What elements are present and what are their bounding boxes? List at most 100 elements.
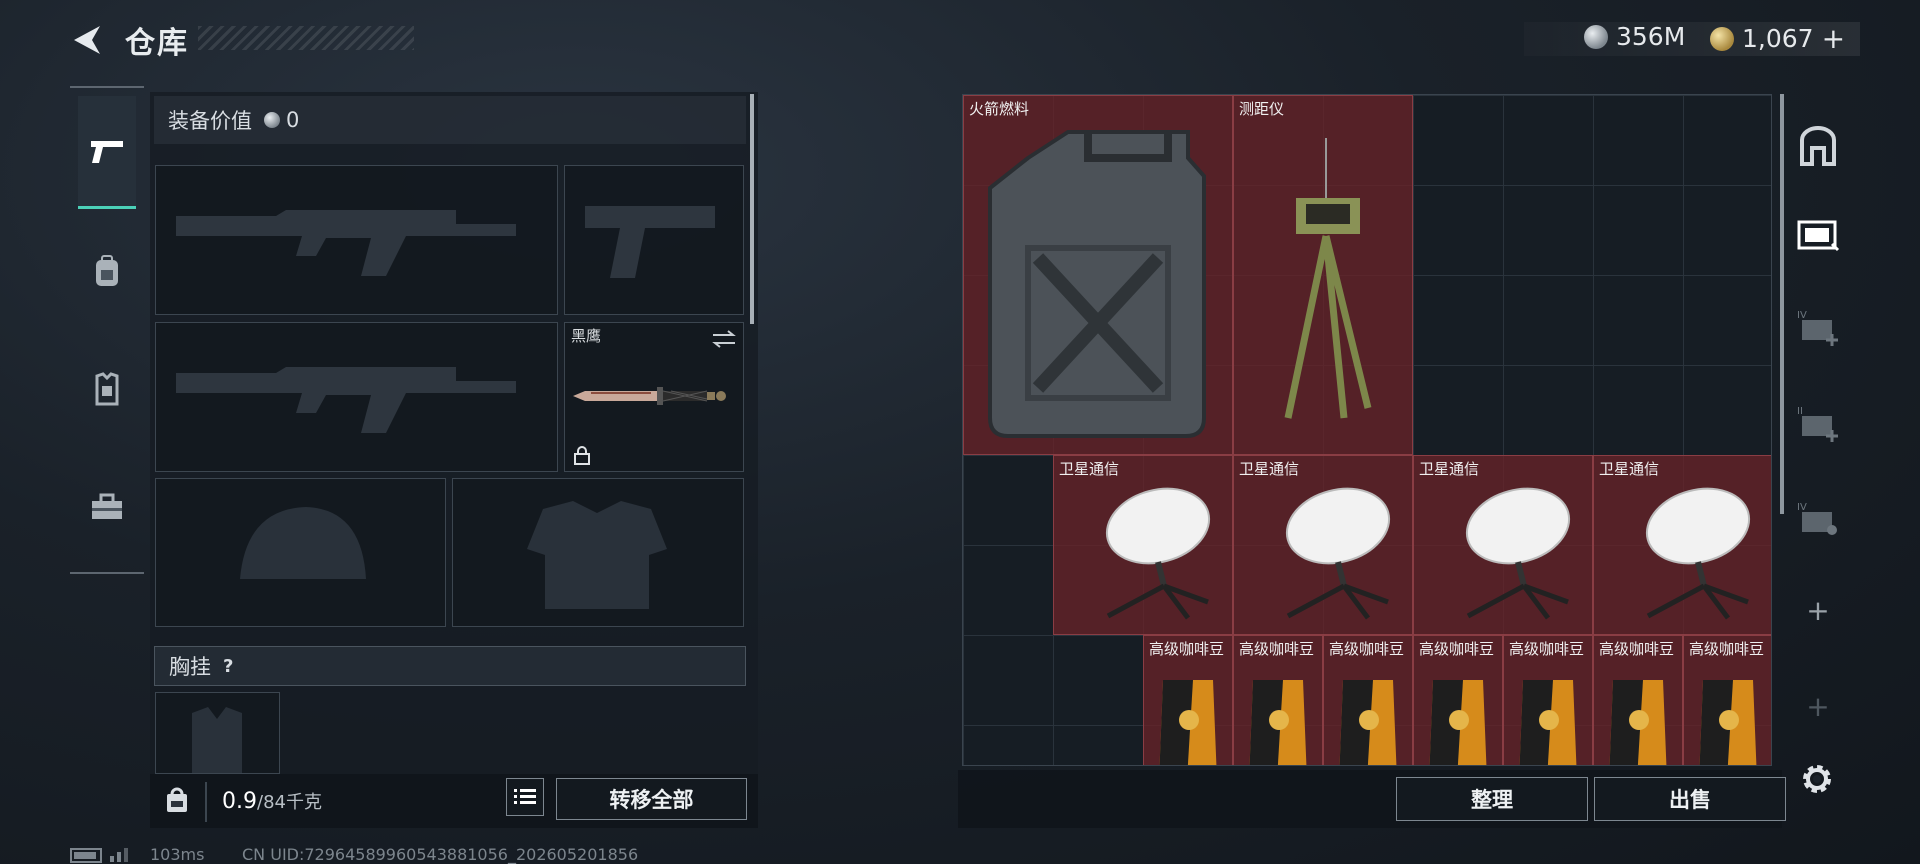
page-title: 仓库 [125, 26, 189, 61]
item-name: 卫星通信 [1059, 460, 1120, 478]
satellite-dish-icon [1285, 487, 1391, 620]
swap-icon[interactable] [711, 329, 737, 349]
warehouse-tab[interactable] [1796, 124, 1840, 168]
svg-text:IV: IV [1797, 502, 1807, 513]
tab-vest[interactable] [78, 334, 136, 444]
silver-amount: 356M [1616, 22, 1686, 51]
coffee-bag-icon [1339, 680, 1397, 765]
add-currency-button[interactable]: + [1822, 22, 1845, 55]
coffee-art [1693, 670, 1763, 765]
coffee-bag-icon [1429, 680, 1487, 765]
toolbox-icon [92, 493, 122, 519]
tab-weapons[interactable] [78, 96, 136, 209]
coffee-bag-icon [1699, 680, 1757, 765]
silver-coin-icon [1584, 24, 1608, 49]
coffee-item[interactable]: 高级咖啡豆 [1233, 635, 1323, 765]
battery-signal-icon [70, 848, 128, 863]
transfer-all-button[interactable]: 转移全部 [556, 778, 747, 820]
dish-item[interactable]: 卫星通信 [1593, 455, 1771, 635]
vest-icon [95, 372, 119, 406]
sell-button[interactable]: 出售 [1594, 777, 1786, 821]
title-decoration [198, 26, 414, 50]
item-name: 高级咖啡豆 [1419, 640, 1495, 658]
add-container-iv-tab[interactable]: IV [1796, 304, 1840, 348]
coffee-bag-icon [1159, 680, 1217, 765]
secondary-weapon-slot[interactable] [155, 322, 558, 472]
item-name: 火箭燃料 [969, 100, 1030, 118]
satellite-dish-icon [1645, 487, 1751, 620]
equipment-value-label: 装备价值 [168, 109, 252, 133]
pistol-icon [91, 141, 123, 163]
coffee-item[interactable]: 高级咖啡豆 [1413, 635, 1503, 765]
rangefinder-icon [1284, 138, 1372, 419]
dish-art [1428, 478, 1578, 632]
backpack-icon [96, 255, 118, 286]
rangefinder-item[interactable]: 测距仪 [1233, 95, 1413, 455]
helmet-silhouette-icon [240, 507, 366, 579]
armor-slot[interactable] [452, 478, 744, 627]
gold-coin-icon [1710, 26, 1734, 51]
coffee-bag-icon [1519, 680, 1577, 765]
container-locked-icon: IV [1797, 502, 1837, 535]
back-arrow-icon[interactable] [70, 22, 106, 58]
coffee-art [1243, 670, 1313, 765]
coffee-art [1153, 670, 1223, 765]
coffee-item[interactable]: 高级咖啡豆 [1503, 635, 1593, 765]
item-name: 高级咖啡豆 [1149, 640, 1225, 658]
dish-item[interactable]: 卫星通信 [1233, 455, 1413, 635]
locked-container-iv-tab[interactable]: IV [1796, 496, 1840, 540]
footer-divider [205, 782, 207, 822]
item-name: 高级咖啡豆 [1329, 640, 1405, 658]
chest-rig-slot[interactable] [155, 692, 280, 774]
item-name: 高级咖啡豆 [1509, 640, 1585, 658]
item-name: 高级咖啡豆 [1599, 640, 1675, 658]
container-plus-icon: IV [1797, 310, 1838, 346]
jerrycan-art [968, 118, 1228, 452]
sort-button[interactable]: 整理 [1396, 777, 1588, 821]
gold-currency[interactable]: 1,067 + [1710, 22, 1845, 55]
armor-silhouette-icon [527, 501, 667, 609]
item-name: 测距仪 [1239, 100, 1285, 118]
settings-gear-icon[interactable] [1798, 760, 1836, 798]
primary-weapon-slot[interactable] [155, 165, 558, 315]
melee-slot[interactable]: 黑鹰 [564, 322, 744, 472]
tab-backpack[interactable] [78, 216, 136, 326]
jerrycan-icon [988, 130, 1206, 438]
svg-text:II: II [1797, 406, 1803, 417]
coffee-item[interactable]: 高级咖啡豆 [1593, 635, 1683, 765]
sidearm-slot[interactable] [564, 165, 744, 315]
tab-toolbox[interactable] [78, 452, 136, 562]
rig-silhouette-icon [192, 707, 242, 773]
weight-readout: 0.9 /84千克 [222, 788, 322, 814]
add-container-ii-tab[interactable]: II [1796, 400, 1840, 444]
equipment-value-header: 装备价值 0 [154, 96, 746, 144]
satellite-dish-icon [1465, 487, 1571, 620]
knife-icon [573, 387, 726, 405]
case-tab[interactable] [1796, 212, 1840, 256]
coffee-art [1513, 670, 1583, 765]
dish-item[interactable]: 卫星通信 [1053, 455, 1233, 635]
help-icon[interactable]: ? [223, 656, 233, 677]
silver-coin-icon [264, 112, 280, 128]
container-plus-icon: II [1797, 406, 1838, 442]
weight-icon [167, 787, 187, 812]
equipment-scrollbar[interactable] [750, 94, 754, 324]
coffee-art [1423, 670, 1493, 765]
ping-readout: 103ms [150, 845, 205, 864]
coffee-bag-icon [1609, 680, 1667, 765]
rangefinder-art [1248, 118, 1398, 452]
add-tab-button-disabled: + [1806, 689, 1830, 723]
helmet-slot[interactable] [155, 478, 446, 627]
coffee-item[interactable]: 高级咖啡豆 [1683, 635, 1771, 765]
dish-art [1068, 478, 1218, 632]
chest-rig-header: 胸挂 ? [154, 646, 746, 686]
coffee-item[interactable]: 高级咖啡豆 [1323, 635, 1413, 765]
rifle-silhouette-icon [176, 367, 516, 433]
dish-item[interactable]: 卫星通信 [1413, 455, 1593, 635]
chest-rig-label: 胸挂 [169, 655, 211, 679]
coffee-item[interactable]: 高级咖啡豆 [1143, 635, 1233, 765]
jerrycan-item[interactable]: 火箭燃料 [963, 95, 1233, 455]
list-view-button[interactable] [506, 778, 544, 816]
case-icon [1797, 220, 1840, 252]
add-tab-button[interactable]: + [1796, 588, 1840, 632]
